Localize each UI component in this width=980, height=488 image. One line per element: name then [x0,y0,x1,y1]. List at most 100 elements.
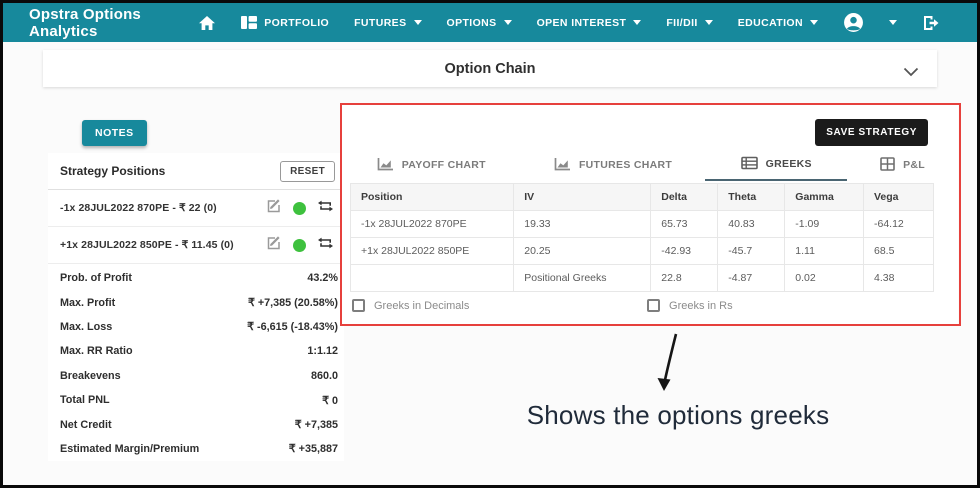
nav-item-options[interactable]: OPTIONS [447,17,512,29]
strategy-positions-title: Strategy Positions [60,164,166,178]
greeks-options: Greeks in Decimals Greeks in Rs [352,299,948,312]
app-window: Opstra Options Analytics PORTFOLIO FUTUR… [0,0,980,488]
strategy-positions-panel: Strategy Positions RESET -1x 28JUL2022 8… [48,153,344,462]
table-cell: 4.38 [863,264,934,292]
logout-button[interactable] [922,15,941,31]
save-strategy-button[interactable]: SAVE STRATEGY [815,119,928,146]
greeks-panel: SAVE STRATEGY PAYOFF CHART FUTURES CHART… [342,105,958,324]
status-dot-icon[interactable] [293,201,306,215]
tab-greeks[interactable]: GREEKS [705,149,848,181]
table-cell: 40.83 [717,210,786,238]
grid-icon [880,156,895,174]
table-cell: +1x 28JUL2022 850PE [349,237,515,265]
tab-futures-chart[interactable]: FUTURES CHART [521,149,706,181]
notes-button[interactable]: NOTES [82,120,147,146]
table-cell [349,264,515,292]
nav-item-futures[interactable]: FUTURES [354,16,422,29]
nav-item-label: FII/DII [666,16,698,29]
column-header: Delta [650,183,719,211]
greeks-table: Position IV Delta Theta Gamma Vega -1x 2… [349,183,934,292]
stat-value: ₹ 0 [322,394,338,407]
column-header: Theta [717,183,786,211]
stat-value: ₹ +35,887 [288,443,338,456]
stat-row: Prob. of Profit 43.2% [48,266,344,290]
edit-icon[interactable] [266,198,282,219]
table-cell: 22.8 [650,264,719,292]
table-cell: 1.11 [784,237,864,265]
table-cell: 68.5 [863,237,934,265]
nav-item-label: OPTIONS [446,16,497,29]
stat-label: Breakevens [60,369,121,382]
stat-value: 1:1.12 [307,345,338,358]
table-cell: -45.7 [717,237,786,265]
caret-down-icon [413,20,422,25]
table-cell: -4.87 [717,264,786,292]
column-header: IV [513,183,652,211]
nav-item-label: OPEN INTEREST [536,16,627,29]
tab-label: FUTURES CHART [578,159,673,171]
greeks-table-header-row: Position IV Delta Theta Gamma Vega [349,183,934,211]
table-row: -1x 28JUL2022 870PE 19.33 65.73 40.83 -1… [349,210,934,238]
nav-item-fiidii[interactable]: FII/DII [666,16,713,29]
stat-label: Max. Loss [60,320,113,333]
tab-label: GREEKS [765,158,812,170]
area-chart-icon [554,157,571,174]
position-text: -1x 28JUL2022 870PE - ₹ 22 (0) [60,202,217,214]
table-cell: 65.73 [650,210,719,238]
greeks-in-rs-checkbox[interactable]: Greeks in Rs [647,299,733,312]
app-title: Opstra Options Analytics [29,5,141,40]
nav-item-label: EDUCATION [737,16,803,29]
table-row: +1x 28JUL2022 850PE 20.25 -42.93 -45.7 1… [349,237,934,265]
checkbox-icon[interactable] [352,299,365,312]
nav-item-education[interactable]: EDUCATION [738,17,818,29]
stat-value: ₹ -6,615 (-18.43%) [247,321,338,334]
nav-item-portfolio[interactable]: PORTFOLIO [241,16,329,29]
column-header: Gamma [784,183,864,211]
account-menu-toggle[interactable] [889,20,897,25]
reset-button[interactable]: RESET [280,160,335,182]
nav-item-label: FUTURES [354,16,407,29]
account-icon [843,12,864,33]
nav-item-label: PORTFOLIO [264,16,330,29]
repeat-icon[interactable] [317,199,334,218]
tab-payoff-chart[interactable]: PAYOFF CHART [342,149,521,181]
top-navbar: Opstra Options Analytics PORTFOLIO FUTUR… [3,3,977,42]
table-cell: -1x 28JUL2022 870PE [349,210,515,238]
account-button[interactable] [843,12,864,33]
option-chain-title: Option Chain [444,60,536,77]
column-header: Position [349,183,515,211]
tab-label: P&L [903,159,925,171]
stat-label: Max. RR Ratio [60,345,133,358]
logout-icon [922,15,941,31]
grid-icon [241,16,258,29]
status-dot-icon[interactable] [293,238,306,252]
table-row: Positional Greeks 22.8 -4.87 0.02 4.38 [349,264,934,292]
position-row: -1x 28JUL2022 870PE - ₹ 22 (0) [48,190,344,227]
annotation-caption: Shows the options greeks [526,400,830,430]
edit-icon[interactable] [266,235,282,256]
nav-item-open-interest[interactable]: OPEN INTEREST [537,17,642,29]
tab-pnl[interactable]: P&L [847,149,958,181]
annotation-arrow-icon [657,333,678,391]
tab-label: PAYOFF CHART [401,159,486,171]
repeat-icon[interactable] [317,236,334,255]
stat-label: Estimated Margin/Premium [60,442,200,455]
chevron-down-icon[interactable] [903,64,919,82]
stat-label: Total PNL [60,394,110,407]
checkbox-icon[interactable] [647,299,661,312]
stat-label: Net Credit [60,418,112,431]
caret-down-icon [810,20,818,25]
stat-row: Net Credit ₹ +7,385 [48,412,344,436]
home-icon [198,15,216,31]
stat-value: 860.0 [310,369,338,382]
home-button[interactable] [198,15,216,31]
column-header: Vega [863,183,934,211]
stat-label: Prob. of Profit [60,272,132,285]
option-chain-bar[interactable]: Option Chain [43,50,937,87]
greeks-in-decimals-checkbox[interactable]: Greeks in Decimals [352,299,647,312]
checkbox-label: Greeks in Rs [669,299,733,312]
stat-value: 43.2% [307,272,338,285]
stat-row: Max. Loss ₹ -6,615 (-18.43%) [48,315,344,339]
stat-row: Max. Profit ₹ +7,385 (20.58%) [48,290,344,314]
stat-value: ₹ +7,385 (20.58%) [247,297,338,310]
